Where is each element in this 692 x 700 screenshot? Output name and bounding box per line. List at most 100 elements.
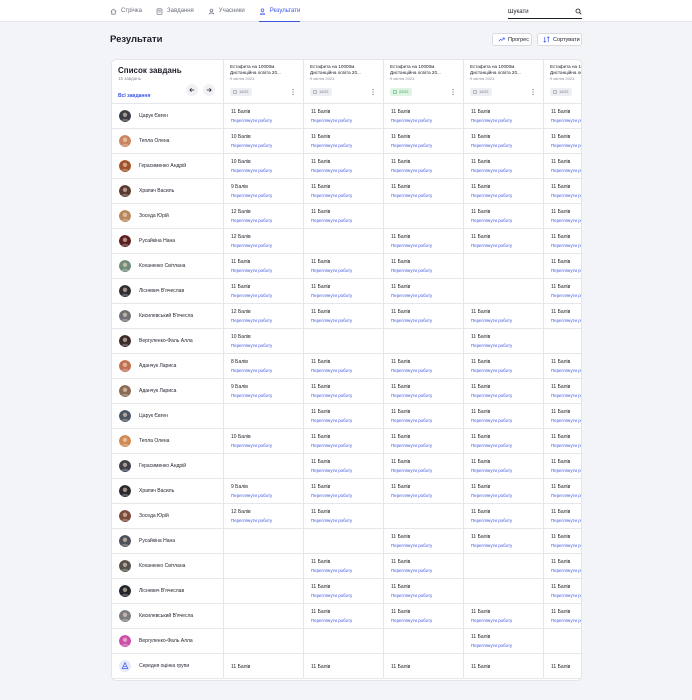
review-work-link[interactable]: Переглянути роботу bbox=[551, 218, 581, 223]
review-work-link[interactable]: Переглянути роботу bbox=[231, 393, 272, 398]
student-row-header[interactable]: Тепла Олена bbox=[112, 429, 224, 454]
review-work-link[interactable]: Переглянути роботу bbox=[471, 243, 512, 248]
review-work-link[interactable]: Переглянути роботу bbox=[471, 418, 512, 423]
review-work-link[interactable]: Переглянути роботу bbox=[551, 168, 581, 173]
review-work-link[interactable]: Переглянути роботу bbox=[391, 418, 432, 423]
review-work-link[interactable]: Переглянути роботу bbox=[311, 393, 352, 398]
review-work-link[interactable]: Переглянути роботу bbox=[231, 443, 272, 448]
review-work-link[interactable]: Переглянути роботу bbox=[551, 393, 581, 398]
review-work-link[interactable]: Переглянути роботу bbox=[311, 168, 352, 173]
review-work-link[interactable]: Переглянути роботу bbox=[471, 118, 512, 123]
student-row-header[interactable]: Коханенко Світлана bbox=[112, 554, 224, 579]
student-row-header[interactable]: Зоседа Юрій bbox=[112, 204, 224, 229]
student-row-header[interactable]: Русайкіна Нана bbox=[112, 529, 224, 554]
review-work-link[interactable]: Переглянути роботу bbox=[231, 493, 272, 498]
review-work-link[interactable]: Переглянути роботу bbox=[471, 518, 512, 523]
review-work-link[interactable]: Переглянути роботу bbox=[551, 193, 581, 198]
task-column-header[interactable]: Естафета на 10000м. Дистанційна освіта 2… bbox=[464, 60, 544, 104]
review-work-link[interactable]: Переглянути роботу bbox=[551, 593, 581, 598]
task-column-header[interactable]: Естафета на 10000м. Дистанційна освіта 2… bbox=[384, 60, 464, 104]
review-work-link[interactable]: Переглянути роботу bbox=[231, 318, 272, 323]
review-work-link[interactable]: Переглянути роботу bbox=[311, 143, 352, 148]
review-work-link[interactable]: Переглянути роботу bbox=[391, 193, 432, 198]
task-column-header[interactable]: Естафета на 10000м. Дистанційна освіта 2… bbox=[304, 60, 384, 104]
review-work-link[interactable]: Переглянути роботу bbox=[231, 118, 272, 123]
more-options-icon[interactable] bbox=[370, 87, 376, 97]
review-work-link[interactable]: Переглянути роботу bbox=[311, 118, 352, 123]
review-work-link[interactable]: Переглянути роботу bbox=[311, 568, 352, 573]
nav-item-tasks[interactable]: Завдання bbox=[156, 0, 194, 22]
student-row-header[interactable]: Герасименко Андрій bbox=[112, 154, 224, 179]
review-work-link[interactable]: Переглянути роботу bbox=[231, 143, 272, 148]
review-work-link[interactable]: Переглянути роботу bbox=[551, 518, 581, 523]
nav-item-feed[interactable]: Стрічка bbox=[110, 0, 142, 22]
student-row-header[interactable]: Тепла Олена bbox=[112, 129, 224, 154]
scroll-right-button[interactable] bbox=[203, 84, 215, 96]
review-work-link[interactable]: Переглянути роботу bbox=[471, 643, 512, 648]
review-work-link[interactable]: Переглянути роботу bbox=[551, 418, 581, 423]
review-work-link[interactable]: Переглянути роботу bbox=[391, 493, 432, 498]
student-row-header[interactable]: Аданчук Лариса bbox=[112, 379, 224, 404]
review-work-link[interactable]: Переглянути роботу bbox=[311, 293, 352, 298]
review-work-link[interactable]: Переглянути роботу bbox=[471, 368, 512, 373]
review-work-link[interactable]: Переглянути роботу bbox=[551, 468, 581, 473]
review-work-link[interactable]: Переглянути роботу bbox=[231, 168, 272, 173]
all-tasks-link[interactable]: Всі завдання bbox=[118, 93, 150, 99]
review-work-link[interactable]: Переглянути роботу bbox=[551, 268, 581, 273]
review-work-link[interactable]: Переглянути роботу bbox=[471, 543, 512, 548]
review-work-link[interactable]: Переглянути роботу bbox=[471, 218, 512, 223]
review-work-link[interactable]: Переглянути роботу bbox=[391, 293, 432, 298]
review-work-link[interactable]: Переглянути роботу bbox=[231, 293, 272, 298]
search-icon[interactable] bbox=[575, 8, 582, 15]
review-work-link[interactable]: Переглянути роботу bbox=[311, 193, 352, 198]
review-work-link[interactable]: Переглянути роботу bbox=[391, 268, 432, 273]
review-work-link[interactable]: Переглянути роботу bbox=[391, 443, 432, 448]
review-work-link[interactable]: Переглянути роботу bbox=[471, 193, 512, 198]
review-work-link[interactable]: Переглянути роботу bbox=[551, 493, 581, 498]
task-column-header[interactable]: Естафета на 10000м. Дистанційна освіта 2… bbox=[544, 60, 581, 104]
student-row-header[interactable]: Коханенко Світлана bbox=[112, 254, 224, 279]
task-column-header[interactable]: Естафета на 10000м. Дистанційна освіта 2… bbox=[224, 60, 304, 104]
review-work-link[interactable]: Переглянути роботу bbox=[471, 618, 512, 623]
review-work-link[interactable]: Переглянути роботу bbox=[551, 443, 581, 448]
student-row-header[interactable]: Лісневич В'ячеслав bbox=[112, 579, 224, 604]
review-work-link[interactable]: Переглянути роботу bbox=[391, 368, 432, 373]
review-work-link[interactable]: Переглянути роботу bbox=[551, 368, 581, 373]
review-work-link[interactable]: Переглянути роботу bbox=[311, 443, 352, 448]
student-row-header[interactable]: Царук Євген bbox=[112, 104, 224, 129]
review-work-link[interactable]: Переглянути роботу bbox=[311, 368, 352, 373]
nav-item-results[interactable]: Результати bbox=[258, 0, 300, 22]
review-work-link[interactable]: Переглянути роботу bbox=[391, 393, 432, 398]
more-options-icon[interactable] bbox=[450, 87, 456, 97]
review-work-link[interactable]: Переглянути роботу bbox=[471, 493, 512, 498]
review-work-link[interactable]: Переглянути роботу bbox=[551, 118, 581, 123]
review-work-link[interactable]: Переглянути роботу bbox=[231, 193, 272, 198]
review-work-link[interactable]: Переглянути роботу bbox=[391, 143, 432, 148]
review-work-link[interactable]: Переглянути роботу bbox=[231, 343, 272, 348]
review-work-link[interactable]: Переглянути роботу bbox=[471, 168, 512, 173]
student-row-header[interactable]: Аданчук Лариса bbox=[112, 354, 224, 379]
review-work-link[interactable]: Переглянути роботу bbox=[551, 568, 581, 573]
review-work-link[interactable]: Переглянути роботу bbox=[231, 218, 272, 223]
review-work-link[interactable]: Переглянути роботу bbox=[551, 318, 581, 323]
student-row-header[interactable]: Царук Євген bbox=[112, 404, 224, 429]
review-work-link[interactable]: Переглянути роботу bbox=[391, 543, 432, 548]
review-work-link[interactable]: Переглянути роботу bbox=[311, 593, 352, 598]
review-work-link[interactable]: Переглянути роботу bbox=[471, 443, 512, 448]
student-row-header[interactable]: Кисилевський В'ячесла bbox=[112, 604, 224, 629]
more-options-icon[interactable] bbox=[290, 87, 296, 97]
student-row-header[interactable]: Вергуленко-Фаль Алла bbox=[112, 629, 224, 654]
student-row-header[interactable]: Герасименко Андрій bbox=[112, 454, 224, 479]
review-work-link[interactable]: Переглянути роботу bbox=[551, 243, 581, 248]
review-work-link[interactable]: Переглянути роботу bbox=[551, 618, 581, 623]
review-work-link[interactable]: Переглянути роботу bbox=[231, 368, 272, 373]
student-row-header[interactable]: Вергуленко-Фаль Алла bbox=[112, 329, 224, 354]
nav-item-participants[interactable]: Учасники bbox=[208, 0, 245, 22]
student-row-header[interactable]: Зоседа Юрій bbox=[112, 504, 224, 529]
student-row-header[interactable]: Храпач Василь bbox=[112, 479, 224, 504]
review-work-link[interactable]: Переглянути роботу bbox=[471, 143, 512, 148]
scroll-left-button[interactable] bbox=[186, 84, 198, 96]
student-row-header[interactable]: Русайкіна Нана bbox=[112, 229, 224, 254]
review-work-link[interactable]: Переглянути роботу bbox=[231, 243, 272, 248]
review-work-link[interactable]: Переглянути роботу bbox=[471, 318, 512, 323]
